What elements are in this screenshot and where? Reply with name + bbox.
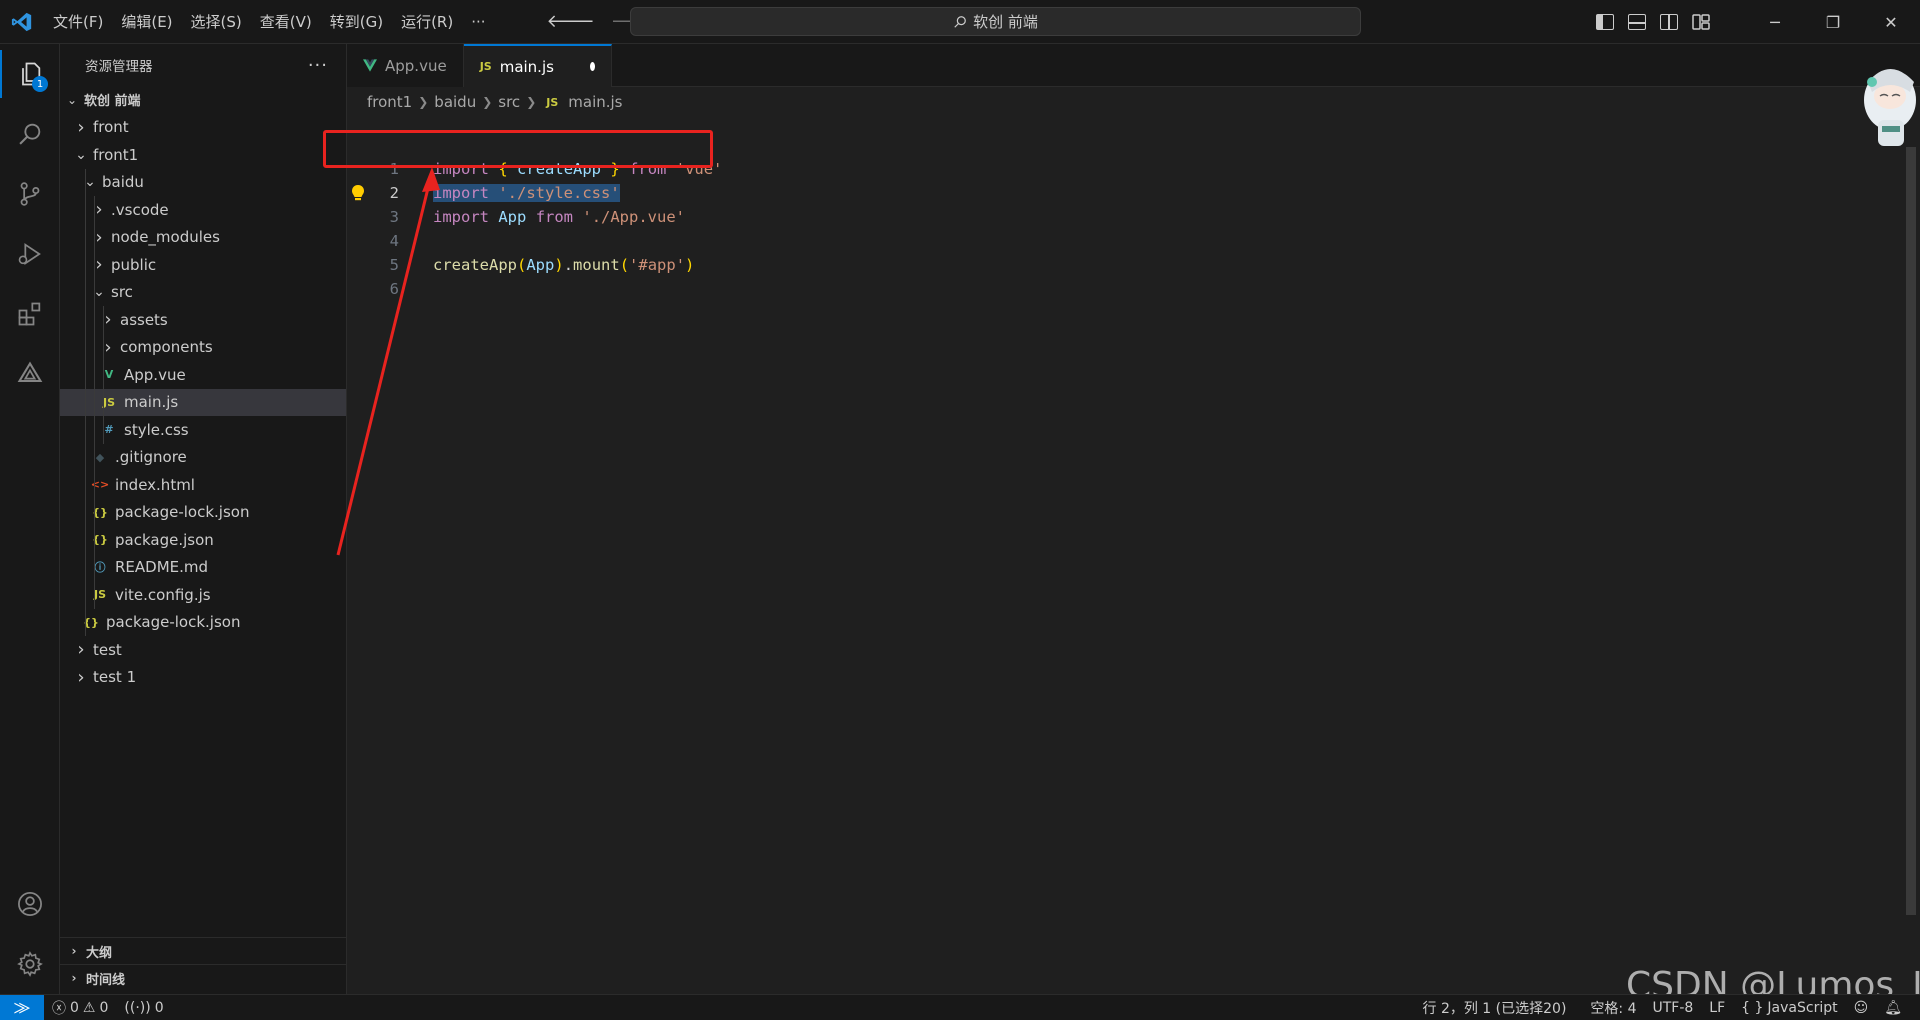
mascot-decoration (1854, 52, 1920, 152)
ports-count: 0 (154, 999, 164, 1016)
indentation[interactable]: 空格: 4 (1582, 998, 1644, 1018)
broadcast-icon: ((·)) (124, 999, 151, 1016)
annotation-arrow (336, 167, 440, 556)
remote-icon: ⨠ (13, 999, 31, 1016)
end-of-line[interactable]: LF (1701, 1000, 1733, 1016)
feedback-icon[interactable]: ☺ (1846, 1000, 1877, 1016)
problems-status[interactable]: ⓧ 0 ⚠ 0 (44, 998, 116, 1018)
notifications-bell-icon[interactable]: 🔔︎ (1876, 1000, 1910, 1016)
ports-status[interactable]: ((·)) 0 (116, 1000, 171, 1016)
error-icon: ⓧ (52, 1000, 66, 1017)
language-mode[interactable]: { } JavaScript (1733, 1000, 1845, 1016)
remote-indicator[interactable]: ⨠ (0, 994, 44, 1020)
status-bar: ⨠ ⓧ 0 ⚠ 0 ((·)) 0 行 2，列 1 (已选择20) 空格: 4 … (0, 994, 1920, 1020)
encoding[interactable]: UTF-8 (1644, 1000, 1701, 1016)
warning-icon: ⚠ (82, 999, 96, 1016)
warning-count: 0 (99, 999, 109, 1016)
cursor-position[interactable]: 行 2，列 1 (已选择20) (1415, 998, 1575, 1018)
status-right: 行 2，列 1 (已选择20) 空格: 4 UTF-8 LF { } JavaS… (1415, 995, 1911, 1020)
error-count: 0 (70, 999, 79, 1016)
braces-icon: { } (1741, 1000, 1764, 1016)
language-label: JavaScript (1767, 1000, 1838, 1016)
